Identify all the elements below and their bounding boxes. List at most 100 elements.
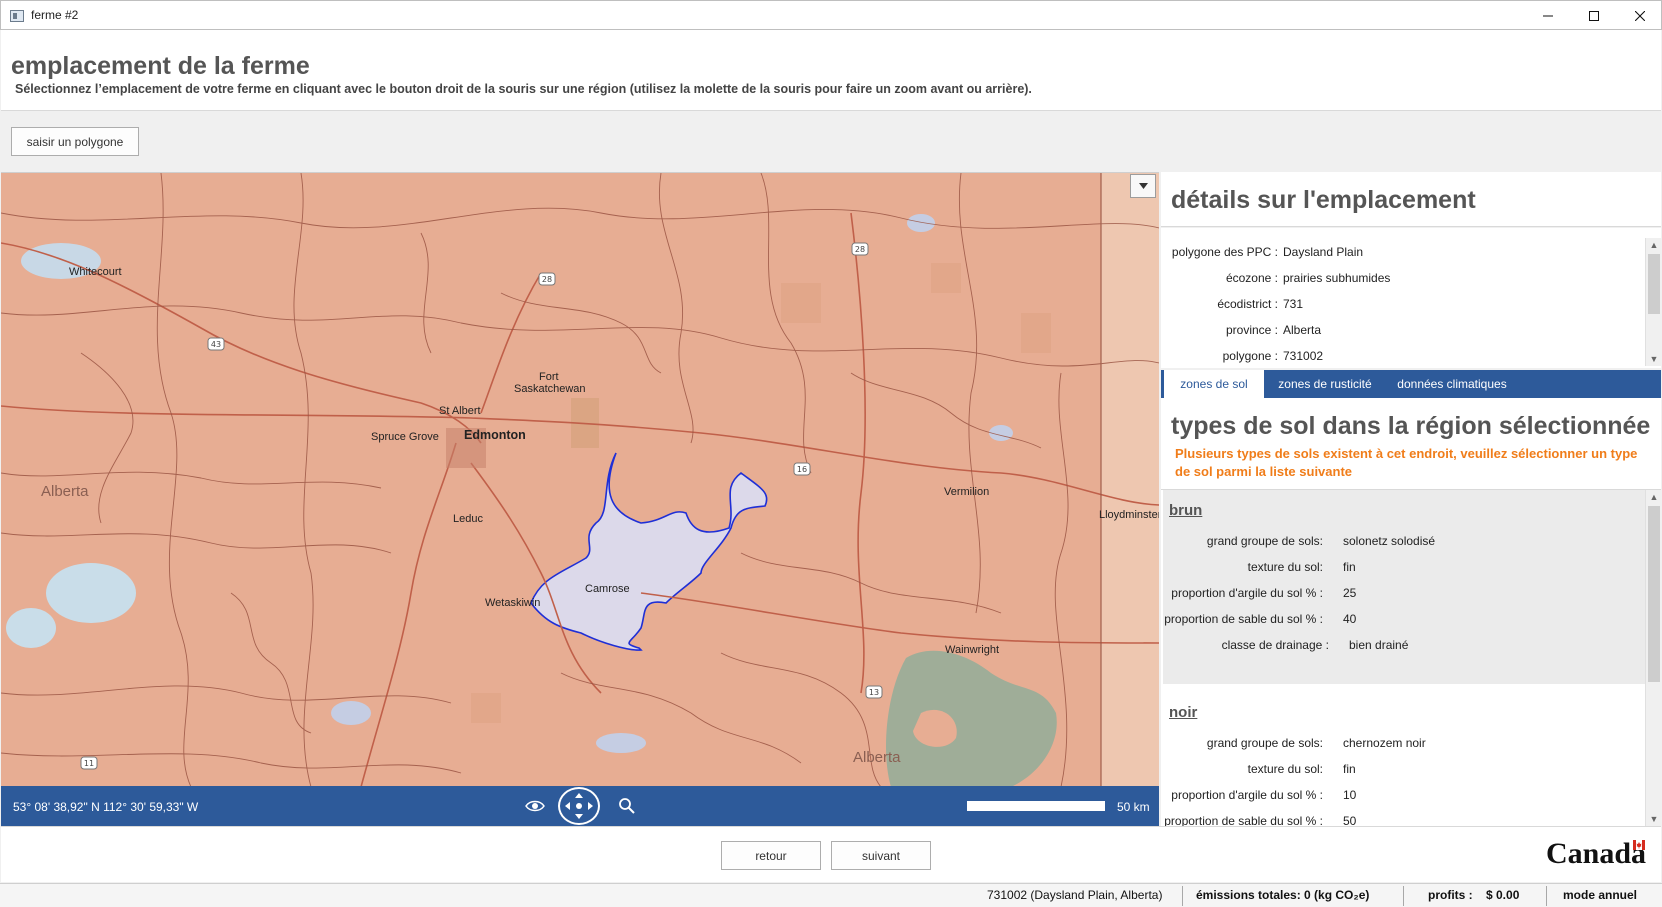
soil-type-card[interactable]: brun grand groupe de sols: solonetz solo… (1163, 490, 1645, 684)
maximize-button[interactable] (1571, 1, 1617, 31)
status-profits-label: profits : (1428, 888, 1473, 902)
map-label-city: Leduc (453, 513, 483, 525)
soil-warning-message: Plusieurs types de sols existent à cet e… (1175, 446, 1638, 479)
highway-shield: 13 (865, 685, 883, 699)
back-button[interactable]: retour (721, 841, 821, 870)
soil-value: solonetz solodisé (1343, 534, 1436, 548)
svg-text:28: 28 (542, 275, 552, 284)
canada-flag-icon (1633, 840, 1645, 850)
soil-key: proportion de sable du sol % : (1164, 814, 1323, 826)
soil-value: chernozem noir (1343, 736, 1426, 750)
status-profits-value: $ 0.00 (1486, 888, 1520, 902)
map-label-city: Lloydminster (1099, 509, 1159, 521)
details-header: détails sur l'emplacement (1161, 172, 1661, 227)
map-label-city: Edmonton (464, 428, 526, 442)
soil-type-name: noir (1169, 704, 1198, 721)
map-label-city: Fort (539, 371, 559, 383)
scrollbar-thumb[interactable] (1648, 506, 1660, 682)
app-icon (10, 10, 24, 22)
soil-key: proportion de sable du sol % : (1164, 612, 1323, 626)
map-label-city: Vermilion (944, 486, 990, 498)
svg-text:11: 11 (84, 759, 94, 768)
soil-types-title: types de sol dans la région sélectionnée (1171, 412, 1651, 440)
details-value: 731 (1283, 297, 1304, 311)
highway-shield: 43 (207, 337, 225, 351)
details-scrollbar[interactable]: ▲ ▼ (1645, 238, 1661, 366)
page-header: emplacement de la ferme Sélectionnez l’e… (1, 30, 1661, 111)
eye-icon[interactable] (525, 798, 545, 814)
minimize-button[interactable] (1525, 1, 1571, 31)
map-view[interactable]: 28 28 43 16 13 11 Whitecourt Fort Saskat… (1, 172, 1159, 826)
window-titlebar: ferme #2 (0, 0, 1662, 30)
soil-value: fin (1343, 762, 1356, 776)
map-label-province: Alberta (41, 483, 89, 500)
soil-type-name: brun (1169, 502, 1203, 519)
page-title: emplacement de la ferme (11, 52, 310, 80)
soil-type-card[interactable]: noir grand groupe de sols: chernozem noi… (1163, 692, 1645, 826)
map-label-city: St Albert (439, 405, 481, 417)
soil-types-list[interactable]: brun grand groupe de sols: solonetz solo… (1161, 490, 1661, 826)
scroll-up-icon[interactable]: ▲ (1646, 490, 1661, 504)
enter-polygon-button[interactable]: saisir un polygone (11, 127, 139, 156)
details-key: province : (1225, 323, 1278, 337)
soil-value: 40 (1343, 612, 1357, 626)
tab-hardiness-zones[interactable]: zones de rusticité (1267, 370, 1383, 398)
pan-navigation-control[interactable] (558, 787, 600, 825)
scroll-up-icon[interactable]: ▲ (1646, 238, 1661, 252)
details-value: Daysland Plain (1283, 245, 1364, 259)
next-button[interactable]: suivant (831, 841, 931, 870)
details-value: Alberta (1283, 323, 1322, 337)
footer: retour suivant Canada (1, 826, 1661, 882)
highway-shield: 28 (538, 272, 556, 286)
scroll-down-icon[interactable]: ▼ (1646, 812, 1661, 826)
minimize-icon (1543, 15, 1553, 17)
scrollbar-thumb[interactable] (1648, 254, 1660, 314)
soil-value: bien drainé (1349, 638, 1409, 652)
svg-text:28: 28 (855, 245, 865, 254)
soil-key: grand groupe de sols: (1206, 736, 1323, 750)
highway-shield: 11 (80, 756, 98, 770)
soil-value: 25 (1343, 586, 1357, 600)
map-label-province: Alberta (853, 749, 901, 766)
page-instructions: Sélectionnez l’emplacement de votre ferm… (15, 82, 1032, 96)
details-key: polygone des PPC : (1171, 245, 1278, 259)
status-divider (1546, 886, 1547, 906)
coordinates-readout: 53° 08' 38,92" N 112° 30' 59,33" W (13, 800, 199, 814)
highway-shield: 16 (793, 462, 811, 476)
highway-shield: 28 (851, 242, 869, 256)
details-value: prairies subhumides (1283, 271, 1391, 285)
map-label-city: Saskatchewan (514, 383, 586, 395)
details-title: détails sur l'emplacement (1171, 186, 1476, 214)
status-divider (1182, 886, 1183, 906)
status-mode: mode annuel (1563, 888, 1638, 902)
zoom-icon[interactable] (618, 797, 636, 815)
svg-text:43: 43 (211, 340, 221, 349)
soil-key: texture du sol: (1247, 762, 1323, 776)
tab-climate-data[interactable]: données climatiques (1387, 370, 1517, 398)
status-location: 731002 (Daysland Plain, Alberta) (987, 888, 1163, 902)
map-canvas[interactable]: 28 28 43 16 13 11 (1, 173, 1159, 787)
soil-key: proportion d'argile du sol % : (1171, 788, 1323, 802)
svg-text:16: 16 (797, 465, 807, 474)
map-label-city: Camrose (585, 583, 630, 595)
soil-types-header: types de sol dans la région sélectionnée… (1161, 398, 1661, 490)
scroll-down-icon[interactable]: ▼ (1646, 352, 1661, 366)
soil-key: texture du sol: (1247, 560, 1323, 574)
close-icon (1635, 11, 1645, 21)
canada-wordmark-logo: Canada (1546, 837, 1647, 870)
details-list[interactable]: polygone des PPC : Daysland Plain écozon… (1161, 228, 1661, 368)
soil-key: grand groupe de sols: (1206, 534, 1323, 548)
scale-label: 50 km (1117, 800, 1150, 814)
layer-dropdown-button[interactable] (1130, 174, 1156, 198)
close-button[interactable] (1617, 1, 1662, 31)
map-label-city: Spruce Grove (371, 431, 439, 443)
scale-bar (967, 801, 1105, 811)
status-emissions: émissions totales: 0 (kg CO₂e) (1196, 888, 1370, 902)
soil-list-scrollbar[interactable]: ▲ ▼ (1645, 490, 1661, 826)
window-title: ferme #2 (31, 8, 79, 22)
svg-text:13: 13 (869, 688, 879, 697)
status-divider (1403, 886, 1404, 906)
chevron-down-icon (1138, 183, 1148, 189)
soil-value: 10 (1343, 788, 1357, 802)
tab-soil-zones[interactable]: zones de sol (1164, 370, 1264, 398)
